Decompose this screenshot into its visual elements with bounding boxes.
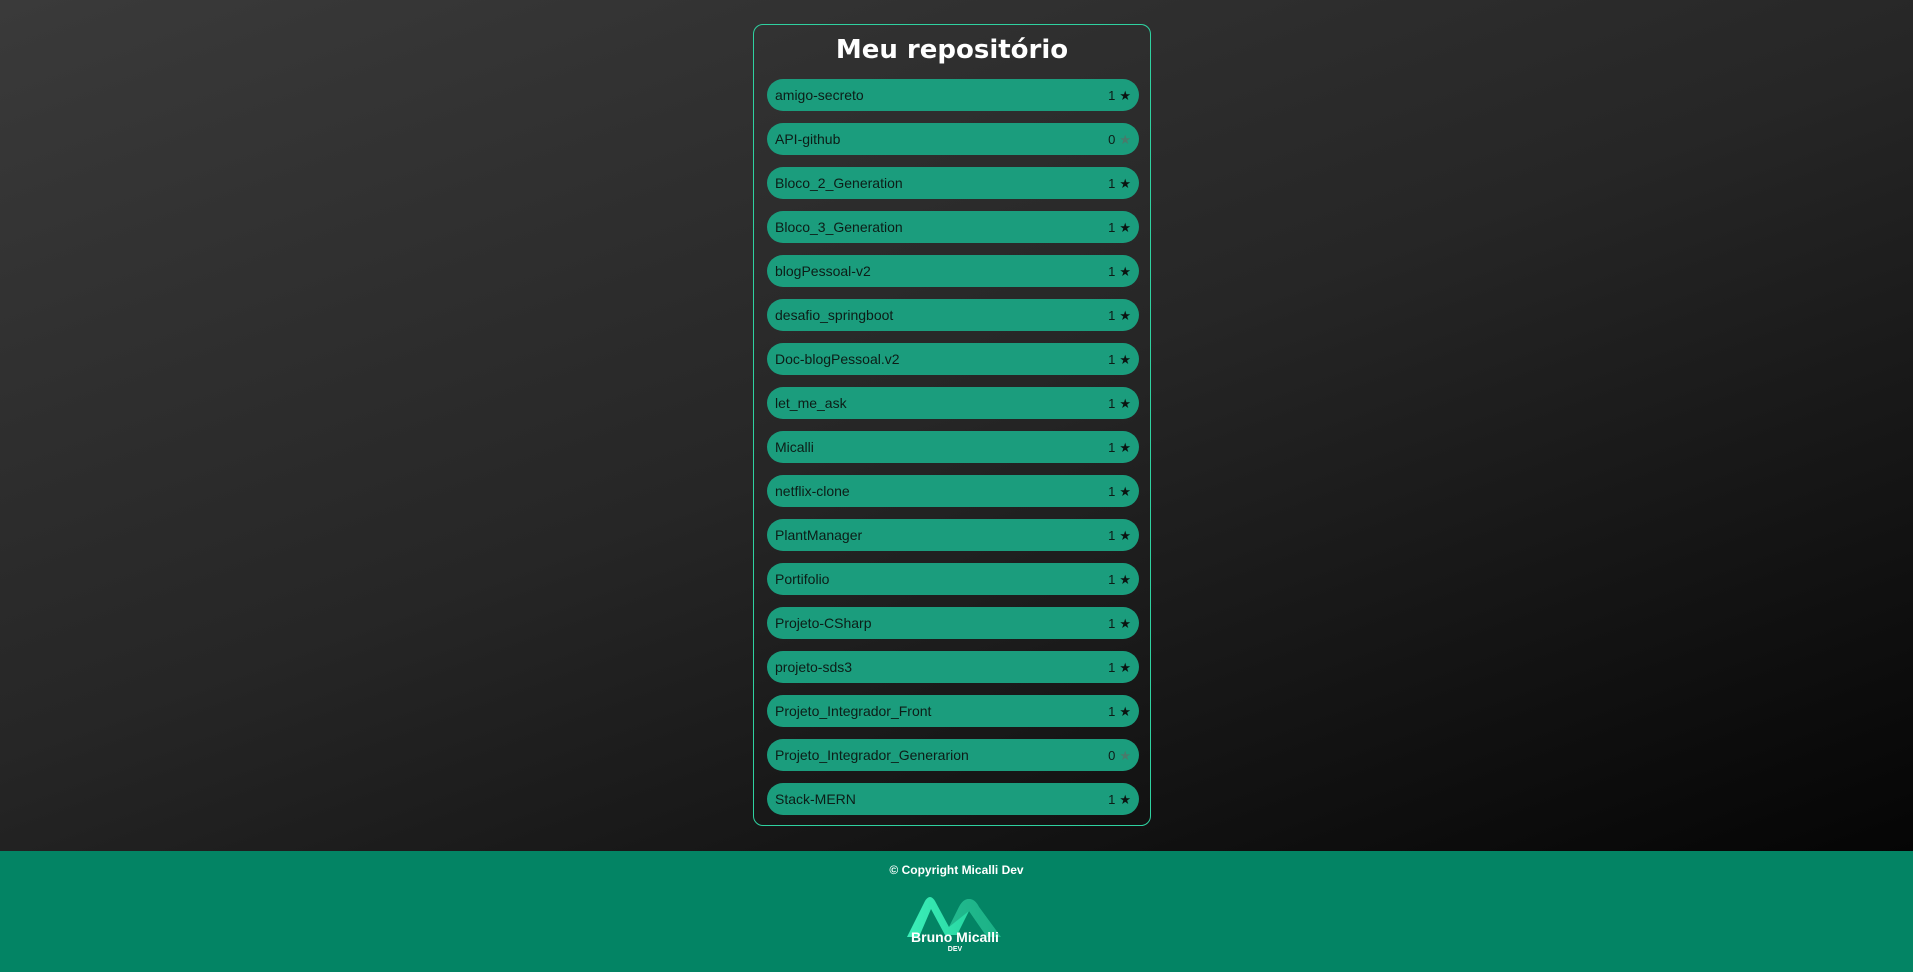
repo-item[interactable]: netflix-clone 1 ★ [767,475,1139,507]
repo-item[interactable]: PlantManager 1 ★ [767,519,1139,551]
star-icon: ★ [1119,747,1131,763]
repo-name: Doc-blogPessoal.v2 [775,351,900,367]
repo-item[interactable]: Bloco_2_Generation 1 ★ [767,167,1139,199]
repo-name: blogPessoal-v2 [775,263,871,279]
repo-item[interactable]: Micalli 1 ★ [767,431,1139,463]
repo-name: Bloco_3_Generation [775,219,903,235]
star-count: 1 [1108,175,1116,191]
star-count: 1 [1108,219,1116,235]
repo-name: Portifolio [775,571,830,587]
brand-logo: Bruno Micalli DEV [903,895,1007,963]
star-count: 0 [1108,131,1116,147]
star-icon: ★ [1119,307,1131,323]
repo-name: desafio_springboot [775,307,894,323]
star-icon: ★ [1119,131,1131,147]
star-icon: ★ [1119,659,1131,675]
repo-name: netflix-clone [775,483,850,499]
star-icon: ★ [1119,263,1131,279]
footer: © Copyright Micalli Dev Bruno Micalli DE… [0,851,1913,972]
star-count: 1 [1108,307,1116,323]
repo-name: Projeto_Integrador_Generarion [775,747,969,763]
star-icon: ★ [1119,571,1131,587]
repo-item[interactable]: Bloco_3_Generation 1 ★ [767,211,1139,243]
star-icon: ★ [1119,703,1131,719]
repo-item[interactable]: API-github 0 ★ [767,123,1139,155]
star-icon: ★ [1119,439,1131,455]
copyright-prefix: © Copyright [889,863,962,877]
star-icon: ★ [1119,351,1131,367]
star-count: 1 [1108,263,1116,279]
repo-name: amigo-secreto [775,87,864,103]
star-icon: ★ [1119,615,1131,631]
star-count: 1 [1108,439,1116,455]
repo-item[interactable]: Doc-blogPessoal.v2 1 ★ [767,343,1139,375]
star-count: 1 [1108,615,1116,631]
repo-item[interactable]: desafio_springboot 1 ★ [767,299,1139,331]
logo-name: Bruno Micalli [911,929,999,945]
star-count: 1 [1108,703,1116,719]
star-icon: ★ [1119,527,1131,543]
star-icon: ★ [1119,175,1131,191]
repo-name: Bloco_2_Generation [775,175,903,191]
star-icon: ★ [1119,395,1131,411]
repo-item[interactable]: amigo-secreto 1 ★ [767,79,1139,111]
repo-item[interactable]: blogPessoal-v2 1 ★ [767,255,1139,287]
star-count: 0 [1108,747,1116,763]
repo-name: Projeto_Integrador_Front [775,703,932,719]
repo-name: projeto-sds3 [775,659,853,675]
star-count: 1 [1108,659,1116,675]
repo-item[interactable]: Projeto_Integrador_Front 1 ★ [767,695,1139,727]
star-count: 1 [1108,87,1116,103]
repo-name: let_me_ask [775,395,847,411]
repo-item[interactable]: Projeto-CSharp 1 ★ [767,607,1139,639]
page-title: Meu repositório [835,35,1069,65]
star-count: 1 [1108,791,1116,807]
copyright: © Copyright Micalli Dev [0,863,1913,877]
repo-name: Projeto-CSharp [775,615,872,631]
repo-name: API-github [775,131,841,147]
star-count: 1 [1108,571,1116,587]
star-icon: ★ [1119,87,1131,103]
star-count: 1 [1108,483,1116,499]
star-count: 1 [1108,351,1116,367]
repository-panel: Meu repositório amigo-secreto 1 ★ API-githu… [753,24,1151,826]
star-icon: ★ [1119,791,1131,807]
repo-item[interactable]: Portifolio 1 ★ [767,563,1139,595]
repo-item[interactable]: Projeto_Integrador_Generarion 0 ★ [767,739,1139,771]
logo-sub: DEV [947,946,963,953]
star-count: 1 [1108,527,1116,543]
star-icon: ★ [1119,219,1131,235]
star-icon: ★ [1119,483,1131,499]
repo-name: PlantManager [775,527,863,543]
repo-item[interactable]: projeto-sds3 1 ★ [767,651,1139,683]
star-count: 1 [1108,395,1116,411]
repo-list: amigo-secreto 1 ★ API-github 0 ★ Bloco_2_Gener… [767,79,1139,827]
repo-name: Micalli [775,439,814,455]
repo-name: Stack-MERN [775,791,856,807]
repo-item[interactable]: let_me_ask 1 ★ [767,387,1139,419]
copyright-brand: Micalli Dev [961,863,1024,877]
repo-item[interactable]: Stack-MERN 1 ★ [767,783,1139,815]
